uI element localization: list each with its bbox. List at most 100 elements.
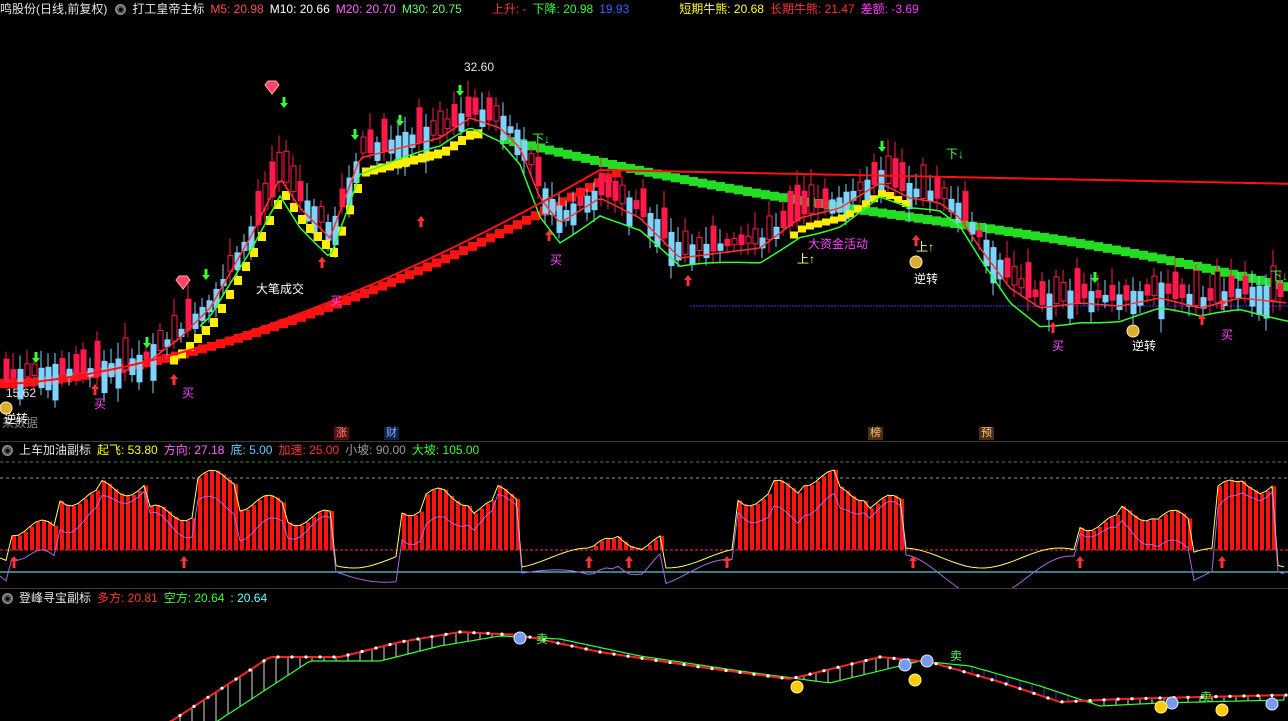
sub1-settings-icon[interactable]: ◉ <box>2 444 13 456</box>
sub2-dot <box>822 669 826 673</box>
sub1-histogram-bar <box>300 525 304 550</box>
candle-body <box>605 176 612 198</box>
main-price-chart[interactable] <box>0 0 1288 440</box>
buy-arrow-icon <box>1049 322 1057 333</box>
sub1-histogram-bar <box>186 520 190 550</box>
candle-body <box>661 207 668 239</box>
sub2-dot <box>808 672 812 676</box>
sub2-dot <box>1088 698 1092 703</box>
trend-block-green <box>941 217 950 227</box>
reverse-annotation-3: 逆转 <box>4 412 29 426</box>
candle-body <box>920 164 927 200</box>
candle-body <box>80 349 87 376</box>
sub2-dot <box>388 642 392 647</box>
event-tag-rank[interactable]: 榜 <box>868 427 883 440</box>
sub1-histogram-bar <box>1236 481 1240 550</box>
trend-block-red <box>387 277 396 287</box>
candle-body <box>535 156 542 187</box>
sub1-histogram-bar <box>126 495 130 550</box>
trend-block-yellow <box>886 192 894 199</box>
sub1-indicator-chart[interactable] <box>0 458 1288 588</box>
event-tag-forecast[interactable]: 预 <box>979 427 994 440</box>
candle-body <box>136 354 143 383</box>
sub1-histogram-bar <box>1224 481 1228 550</box>
candle-body <box>976 230 983 238</box>
trend-block-green <box>680 175 689 185</box>
sub1-histogram-bar <box>1098 526 1102 550</box>
sub2-dot <box>556 641 560 645</box>
sub2-param-bull: 多方: 20.81 <box>97 591 158 605</box>
sub1-histogram-bar <box>822 476 826 550</box>
sad-face-icon <box>1265 697 1279 711</box>
sub2-dot <box>276 655 280 659</box>
candle-body <box>738 234 745 246</box>
candle-body <box>437 110 444 136</box>
sub2-indicator-chart[interactable] <box>0 607 1288 721</box>
trend-block-green <box>1013 228 1022 238</box>
candle-body <box>465 96 472 118</box>
candle-body <box>1179 284 1186 299</box>
sub1-buy-arrow-icon <box>625 556 633 568</box>
candle-body <box>444 118 451 130</box>
trend-block-yellow <box>466 130 474 140</box>
sub2-dot <box>220 686 224 690</box>
trend-block-yellow <box>418 153 426 163</box>
sub2-dot <box>1046 696 1050 700</box>
candle-body <box>1172 271 1179 300</box>
candle-body <box>1109 284 1116 301</box>
sub2-dot <box>346 653 350 657</box>
candle-body <box>1116 294 1123 311</box>
trend-block-green <box>1193 261 1202 271</box>
trend-block-red <box>432 258 441 268</box>
candle-body <box>1060 282 1067 302</box>
candle-body <box>1228 275 1235 298</box>
sub2-dot <box>1130 697 1134 701</box>
trend-block-green <box>1076 238 1085 248</box>
trend-block-red <box>504 224 513 234</box>
trend-block-yellow <box>878 190 886 198</box>
sub2-title[interactable]: 登峰寻宝副标 <box>19 589 91 607</box>
trend-block-green <box>914 213 923 223</box>
high-price-label: 32.60 <box>464 60 495 74</box>
trend-block-green <box>1157 254 1166 264</box>
sub2-dot <box>472 631 476 635</box>
sub1-buy-arrow-icon <box>180 556 188 568</box>
sub1-histogram-bar <box>804 485 808 550</box>
sub1-histogram-bar <box>438 488 442 550</box>
sub2-dot <box>892 656 896 660</box>
trend-block-red <box>459 246 468 256</box>
candle-body <box>619 184 626 205</box>
candle-body <box>171 314 178 342</box>
sub2-dot <box>262 659 266 663</box>
sub2-dot <box>192 704 196 708</box>
sub2-dot <box>780 676 784 680</box>
sub2-dot <box>1228 694 1232 698</box>
sub1-histogram-bar <box>1218 486 1222 550</box>
trend-block-yellow <box>226 290 234 299</box>
sub2-dot <box>640 656 644 660</box>
sub2-dot <box>570 644 574 648</box>
candle-body <box>262 182 269 210</box>
down-annotation-3: 下↓ <box>1270 269 1288 283</box>
candle-body <box>577 196 584 206</box>
up-annotation-2: 上↑ <box>916 240 935 254</box>
trend-block-yellow <box>814 220 822 228</box>
sell-arrow-icon <box>396 115 404 126</box>
sub1-histogram-bar <box>1080 527 1084 550</box>
sub1-param-big-slope: 大坡: 105.00 <box>411 443 480 457</box>
sub2-dot <box>374 646 378 650</box>
event-tag-rise[interactable]: 涨 <box>334 427 349 440</box>
sub1-title[interactable]: 上车加油副标 <box>19 441 91 459</box>
candle-body <box>101 360 108 394</box>
buy-arrow-icon <box>91 384 99 395</box>
sub1-histogram-bar <box>1242 481 1246 550</box>
candle-body <box>780 210 787 228</box>
sell-arrow-icon <box>456 85 464 96</box>
sub1-histogram-bar <box>114 488 118 550</box>
candle-body <box>1053 276 1060 305</box>
sub2-settings-icon[interactable]: ◉ <box>2 592 13 604</box>
candle-body <box>157 329 164 352</box>
candle-body <box>1088 291 1095 313</box>
event-tag-finance[interactable]: 财 <box>384 427 399 440</box>
sub2-param-extra: : 20.64 <box>230 591 268 605</box>
